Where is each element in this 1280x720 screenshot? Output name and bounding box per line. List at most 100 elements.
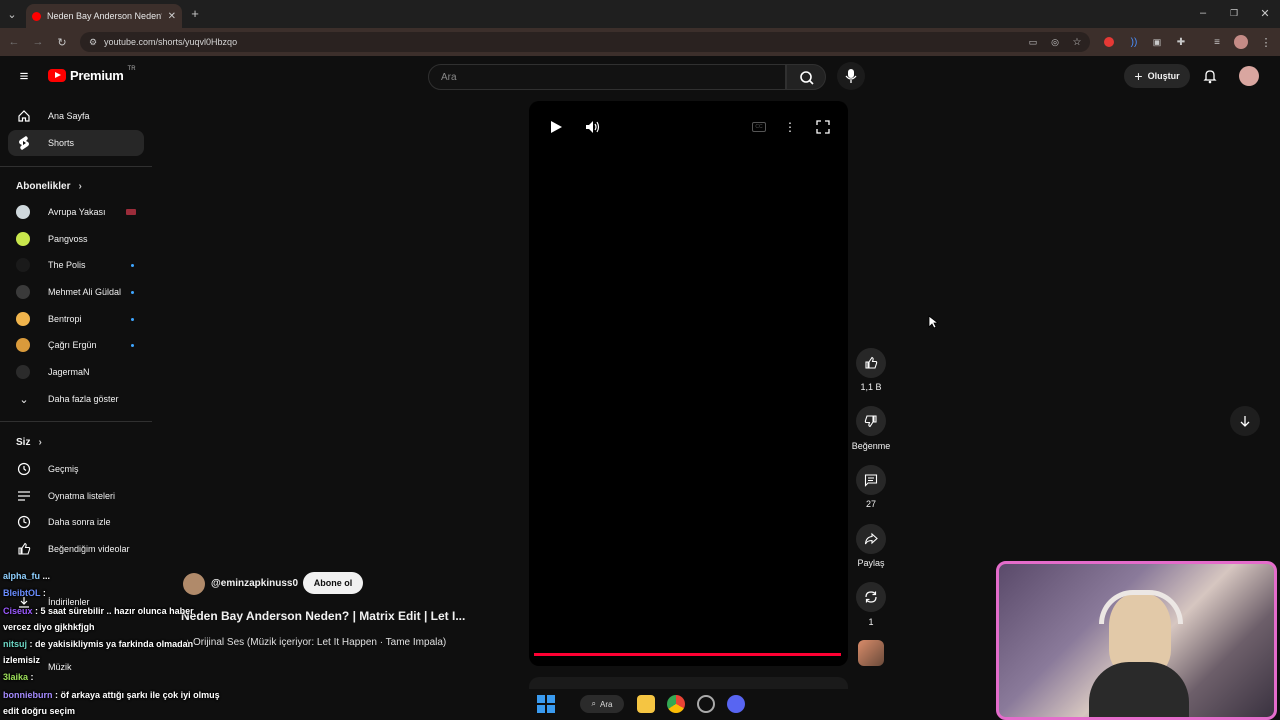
file-explorer-icon[interactable] xyxy=(637,695,655,713)
sidebar-item-watch-later[interactable]: Daha sonra izle xyxy=(8,509,144,535)
chat-message: alpha_fu ... xyxy=(3,571,50,581)
chat-message: izlemisiz xyxy=(3,655,40,665)
extension-blue-icon[interactable]: )) xyxy=(1127,35,1141,49)
chat-text: : 5 saat sürebilir .. hazır olunca haber xyxy=(35,606,194,616)
volume-icon[interactable] xyxy=(585,120,601,134)
profile-avatar[interactable] xyxy=(1234,35,1248,49)
chat-username: BleibtOL xyxy=(3,588,41,598)
browser-tab[interactable]: Neden Bay Anderson Neden? | ✕ xyxy=(26,4,182,28)
sidebar-subscription[interactable]: Avrupa Yakası xyxy=(8,199,144,225)
reading-list-icon[interactable]: ≡ xyxy=(1210,35,1224,49)
chevron-down-icon: ⌄ xyxy=(19,393,29,406)
extension-red-icon[interactable] xyxy=(1104,37,1114,47)
new-tab-icon[interactable]: + xyxy=(188,6,202,21)
address-bar[interactable]: ⚙ youtube.com/shorts/yuqvl0Hbzqo ▭ ◎ ☆ xyxy=(80,32,1090,52)
close-tab-icon[interactable]: ✕ xyxy=(168,11,176,22)
cast-icon[interactable]: ▭ xyxy=(1026,35,1040,49)
subscription-label: The Polis xyxy=(48,260,86,270)
voice-search-button[interactable] xyxy=(837,62,865,90)
windows-start-icon[interactable] xyxy=(537,695,555,713)
sidebar-subscription[interactable]: Çağrı Ergün xyxy=(8,332,144,358)
channel-avatar xyxy=(16,205,30,219)
playlist-icon xyxy=(16,488,32,504)
discord-icon[interactable] xyxy=(727,695,745,713)
channel-avatar[interactable] xyxy=(183,573,205,595)
home-icon xyxy=(16,108,32,124)
sidebar-item-label: Geçmiş xyxy=(48,464,79,474)
play-icon[interactable] xyxy=(549,120,563,134)
sidebar-subscription[interactable]: JagermaN xyxy=(8,359,144,385)
channel-avatar xyxy=(16,258,30,272)
you-heading[interactable]: Siz › xyxy=(16,437,42,448)
thumbs-down-icon xyxy=(864,415,877,428)
dislike-label: Beğenme xyxy=(851,441,891,451)
shorts-player[interactable]: CC ⋮ xyxy=(529,101,848,666)
like-button[interactable] xyxy=(856,348,886,378)
chat-message: 3laika : xyxy=(3,672,34,682)
notifications-bell-icon[interactable] xyxy=(1202,68,1218,84)
dislike-button[interactable] xyxy=(856,406,886,436)
account-avatar[interactable] xyxy=(1239,66,1259,86)
sidebar-item-history[interactable]: Geçmiş xyxy=(8,456,144,482)
browser-toolbar: ← → ↻ ⚙ youtube.com/shorts/yuqvl0Hbzqo ▭… xyxy=(0,28,1280,56)
sidebar-item-shorts[interactable]: Shorts xyxy=(8,130,144,156)
sidebar-item-label: Shorts xyxy=(48,138,75,148)
fullscreen-icon[interactable] xyxy=(816,120,830,134)
sidebar-subscription[interactable]: Pangvoss xyxy=(8,226,144,252)
create-button[interactable]: + Oluştur xyxy=(1124,64,1190,88)
share-label: Paylaş xyxy=(857,558,885,568)
sidebar-subscription[interactable]: The Polis xyxy=(8,252,144,278)
more-options-icon[interactable]: ⋮ xyxy=(783,119,797,135)
comments-button[interactable] xyxy=(856,465,886,495)
sidebar-item-playlists[interactable]: Oynatma listeleri xyxy=(8,483,144,509)
share-button[interactable] xyxy=(856,524,886,554)
sidebar-item-home[interactable]: Ana Sayfa xyxy=(8,103,144,129)
obs-icon[interactable] xyxy=(697,695,715,713)
subscribe-button[interactable]: Abone ol xyxy=(303,572,363,594)
next-short-preview xyxy=(529,677,848,689)
site-info-icon[interactable]: ⚙ xyxy=(86,35,100,49)
chat-message: nitsuj : de yakisikliymis ya farkinda ol… xyxy=(3,639,193,649)
channel-name[interactable]: @eminzapkinuss0 xyxy=(211,578,298,589)
youtube-logo[interactable]: Premium TR xyxy=(48,66,136,83)
subscription-label: Çağrı Ergün xyxy=(48,340,97,350)
channel-avatar xyxy=(16,285,30,299)
sidebar-item-liked-videos[interactable]: Beğendiğim videolar xyxy=(8,536,144,562)
extension-icon[interactable]: ▣ xyxy=(1150,35,1164,49)
new-content-dot xyxy=(131,263,134,267)
remix-button[interactable] xyxy=(856,582,886,612)
subscriptions-heading[interactable]: Abonelikler › xyxy=(16,181,82,192)
audio-thumbnail[interactable] xyxy=(858,640,884,666)
reload-icon[interactable]: ↻ xyxy=(54,34,70,50)
tab-search-chevron-icon[interactable]: ⌄ xyxy=(4,6,20,22)
audio-link[interactable]: ♪ Orijinal Ses (Müzik içeriyor: Let It H… xyxy=(185,637,446,648)
show-more-button[interactable]: ⌄ Daha fazla göster xyxy=(8,386,144,412)
progress-bar[interactable] xyxy=(534,653,841,656)
search-placeholder: Ara xyxy=(441,71,457,83)
hamburger-menu-icon[interactable]: ≡ xyxy=(16,68,32,85)
maximize-icon[interactable]: ❐ xyxy=(1227,6,1241,20)
search-icon xyxy=(800,71,814,85)
taskbar-search-label: Ara xyxy=(600,699,613,709)
chat-text: : xyxy=(30,672,34,682)
puzzle-icon[interactable]: ✚ xyxy=(1174,35,1188,49)
taskbar-search[interactable]: ⌕ Ara xyxy=(580,695,624,713)
chat-message: BleibtOL : xyxy=(3,588,46,598)
sidebar-subscription[interactable]: Bentropi xyxy=(8,306,144,332)
sidebar-subscription[interactable]: Mehmet Ali Güldal xyxy=(8,279,144,305)
eye-off-icon[interactable]: ◎ xyxy=(1048,35,1062,49)
next-short-button[interactable] xyxy=(1230,406,1260,436)
chrome-icon[interactable] xyxy=(667,695,685,713)
short-title[interactable]: Neden Bay Anderson Neden? | Matrix Edit … xyxy=(181,609,465,623)
forward-icon[interactable]: → xyxy=(30,34,46,50)
browser-menu-icon[interactable]: ⋮ xyxy=(1259,35,1273,49)
captions-icon[interactable]: CC xyxy=(752,122,766,132)
back-icon[interactable]: ← xyxy=(6,34,22,50)
arrow-down-icon xyxy=(1240,416,1250,427)
search-icon: ⌕ xyxy=(591,699,597,708)
search-input[interactable]: Ara xyxy=(428,64,786,90)
search-button[interactable] xyxy=(786,64,826,90)
minimize-icon[interactable]: – xyxy=(1196,6,1210,20)
close-window-icon[interactable]: ✕ xyxy=(1258,6,1272,20)
bookmark-star-icon[interactable]: ☆ xyxy=(1070,35,1084,49)
